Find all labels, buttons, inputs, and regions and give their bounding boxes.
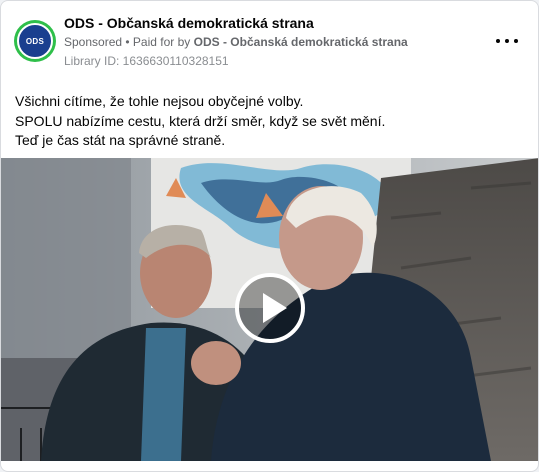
play-icon [263,293,287,323]
paid-for-by-name: ODS - Občanská demokratická strana [193,35,408,49]
play-button[interactable] [235,273,305,343]
more-horizontal-icon [496,39,500,43]
ad-post-card: ODS ODS - Občanská demokratická strana S… [0,0,539,472]
avatar-logo: ODS [17,23,53,59]
paid-for-prefix: Paid for by [132,35,191,49]
library-id: Library ID: 1636630110328151 [64,54,229,68]
post-text-line: SPOLU nabízíme cestu, která drží směr, k… [15,112,386,129]
sponsored-line: Sponsored • Paid for by ODS - Občanská d… [64,35,408,49]
page-avatar[interactable]: ODS [14,20,56,62]
post-text-line: Teď je čas stát na správné straně. [15,132,226,148]
post-text: Všichni cítíme, že tohle nejsou obyčejné… [15,92,525,151]
more-horizontal-icon-dot [505,39,509,43]
post-text-line: Všichni cítíme, že tohle nejsou obyčejné… [15,93,304,109]
post-header: ODS ODS - Občanská demokratická strana S… [1,1,538,81]
more-options-button[interactable] [496,31,518,51]
page-name-link[interactable]: ODS - Občanská demokratická strana [64,15,314,31]
sponsored-label: Sponsored [64,35,123,49]
more-horizontal-icon-dot [514,39,518,43]
